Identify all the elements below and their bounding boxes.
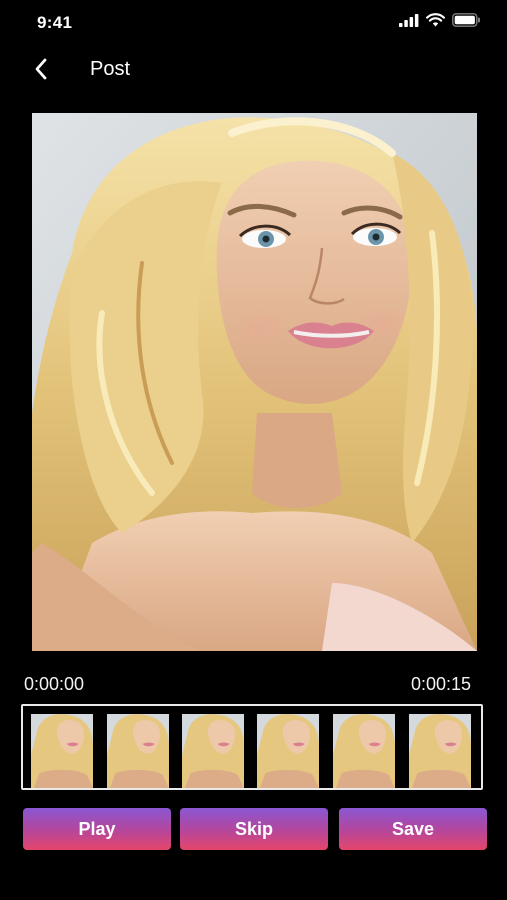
- nav-bar: Post: [0, 46, 507, 94]
- frame-thumbnail: [107, 714, 169, 788]
- timeline-frame[interactable]: [182, 714, 244, 788]
- play-button[interactable]: Play: [23, 808, 171, 850]
- battery-icon: [452, 13, 480, 27]
- end-time: 0:00:15: [410, 674, 471, 694]
- frame-thumbnail: [31, 714, 93, 788]
- photo-preview[interactable]: [32, 113, 477, 651]
- portrait-image: [32, 113, 477, 651]
- page-title: Post: [90, 58, 131, 80]
- wifi-icon: [426, 13, 445, 27]
- frame-thumbnail: [409, 714, 471, 788]
- frame-thumbnail: [257, 714, 319, 788]
- timeline-strip[interactable]: [21, 704, 483, 790]
- chevron-left-icon: [35, 58, 47, 80]
- timeline-frame[interactable]: [31, 714, 93, 788]
- timeline-frame[interactable]: [333, 714, 395, 788]
- status-time: 9:41: [37, 13, 73, 32]
- status-bar: 9:41: [0, 0, 507, 46]
- timeline-frame[interactable]: [409, 714, 471, 788]
- status-icons: [399, 13, 481, 27]
- timeline-frame[interactable]: [257, 714, 319, 788]
- start-time: 0:00:00: [24, 674, 85, 694]
- frame-thumbnail: [333, 714, 395, 788]
- back-button[interactable]: [26, 54, 56, 84]
- frame-thumbnail: [182, 714, 244, 788]
- save-button[interactable]: Save: [339, 808, 487, 850]
- timeline-frame[interactable]: [107, 714, 169, 788]
- skip-button[interactable]: Skip: [180, 808, 328, 850]
- signal-icon: [399, 13, 419, 27]
